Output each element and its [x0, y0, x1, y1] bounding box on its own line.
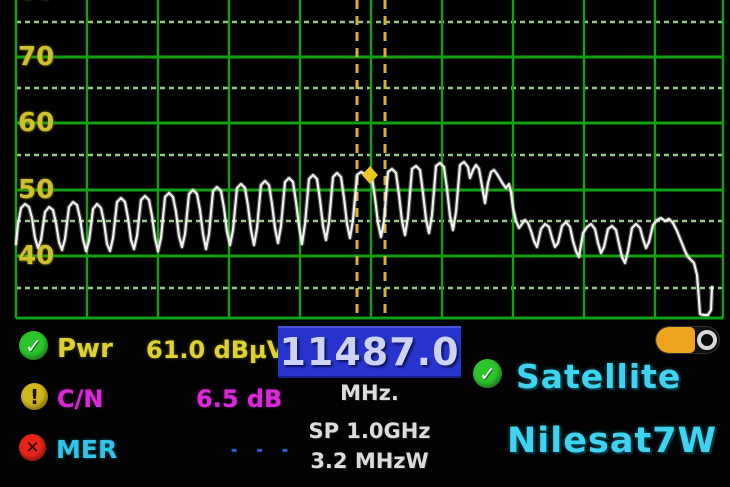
bandwidth-readout: 3.2 MHzW	[278, 449, 461, 473]
check-glyph: ✓	[25, 334, 42, 358]
frequency-input[interactable]: 11487.0	[278, 326, 461, 378]
y-axis-label: 70	[18, 44, 58, 70]
y-axis-label: 40	[18, 243, 58, 269]
pwr-label: Pwr	[57, 336, 113, 362]
battery-icon	[656, 327, 719, 353]
y-axis-label: 60	[18, 110, 58, 136]
mer-error-icon: ✕	[19, 434, 46, 461]
y-axis-label: 50	[18, 177, 58, 203]
mer-label: MER	[56, 437, 117, 463]
status-panel: ✓ Pwr 61.0 dBµV 11487.0 MHz. ! C/N 6.5 d…	[0, 320, 730, 487]
spectrum-svg	[0, 0, 730, 322]
pwr-value: 61.0 dBµV	[146, 337, 285, 363]
satellite-name: Nilesat7W	[507, 421, 717, 461]
satellite-mode-label: Satellite	[516, 357, 681, 396]
spectrum-trace-glow	[16, 162, 712, 315]
satellite-meter-screen: 80 70 60 50 40 ✓ Pwr 61.0 dBµV 11487.0 MHz. …	[0, 0, 730, 487]
satellite-lock-check-icon: ✓	[473, 359, 502, 388]
check-glyph: ✓	[479, 362, 496, 386]
cn-value: 6.5 dB	[196, 386, 282, 412]
cn-warning-icon: !	[21, 383, 48, 410]
pwr-ok-check-icon: ✓	[19, 331, 48, 360]
battery-fill	[656, 327, 695, 353]
cn-label: C/N	[57, 386, 103, 412]
marker-diamond-icon	[362, 166, 378, 184]
frequency-unit: MHz.	[278, 381, 461, 405]
spectrum-plot: 80 70 60 50 40	[0, 0, 730, 322]
battery-terminal-ring	[697, 330, 717, 350]
exclamation-glyph: !	[30, 385, 39, 409]
y-axis-label: 80	[18, 0, 58, 4]
span-readout: SP 1.0GHz	[278, 419, 461, 443]
frequency-value: 11487.0	[279, 330, 459, 374]
cross-glyph: ✕	[25, 438, 39, 458]
